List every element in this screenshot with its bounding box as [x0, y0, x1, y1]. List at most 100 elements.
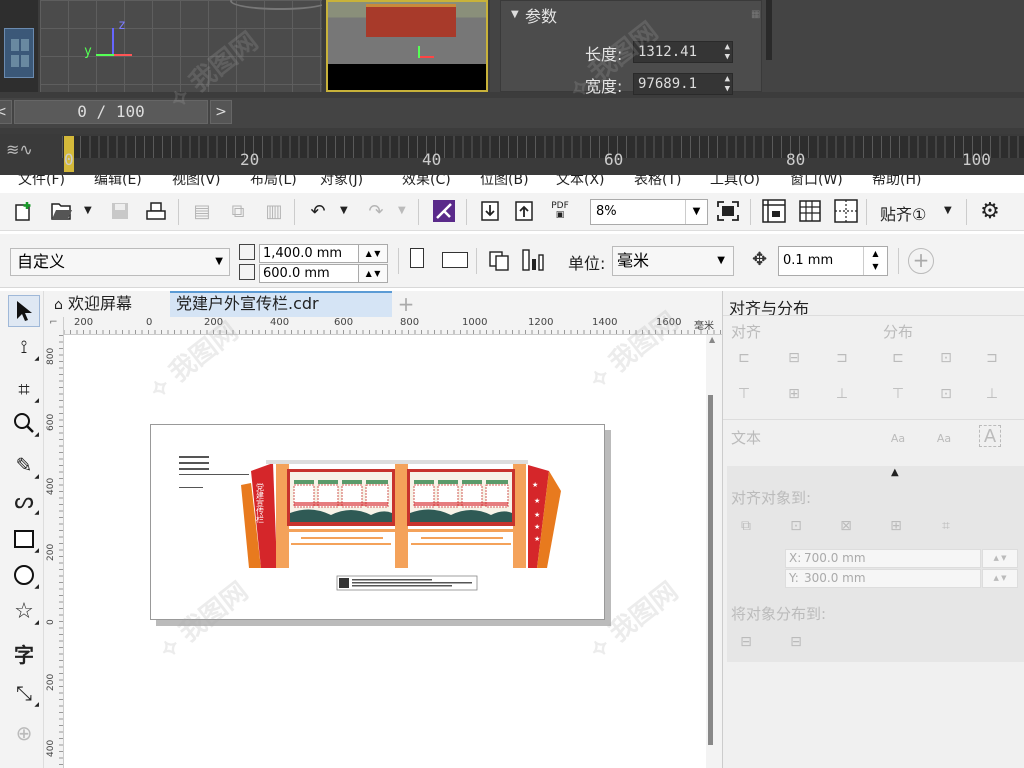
- spinner-arrows-icon[interactable]: ▲ ▼: [725, 42, 730, 62]
- menu-file[interactable]: 文件(F): [18, 175, 65, 189]
- search-content-icon[interactable]: [430, 197, 458, 225]
- menu-object[interactable]: 对象(J): [320, 175, 363, 189]
- ruler-origin-icon[interactable]: ⌐: [44, 317, 64, 335]
- all-pages-icon[interactable]: [486, 246, 514, 274]
- distribute-left-icon[interactable]: ⊏: [887, 347, 909, 369]
- full-screen-preview-icon[interactable]: [714, 197, 742, 225]
- freehand-tool-icon[interactable]: ✎ ◢: [8, 449, 40, 481]
- align-left-icon[interactable]: ⊏: [733, 347, 755, 369]
- width-spinner-icon[interactable]: ▲ ▼: [358, 244, 388, 263]
- document-page[interactable]: ★ ★ ★ ★ ★ 党建宣传栏: [150, 424, 605, 620]
- panel-scrollbar[interactable]: [766, 0, 772, 60]
- new-document-icon[interactable]: [10, 197, 38, 225]
- length-spinner[interactable]: 1312.41 ▲ ▼: [633, 41, 733, 63]
- chevron-down-icon[interactable]: ▼: [717, 247, 725, 275]
- quick-customize-add-icon[interactable]: +: [908, 248, 934, 274]
- align-x-field[interactable]: X: 700.0 mm ▲ ▼: [785, 549, 1018, 568]
- menu-text[interactable]: 文本(X): [556, 175, 605, 189]
- landscape-icon[interactable]: [442, 252, 468, 268]
- collapse-arrow-icon[interactable]: ▼: [511, 9, 519, 20]
- show-rulers-icon[interactable]: [760, 197, 788, 225]
- tab-document[interactable]: 党建户外宣传栏.cdr: [170, 291, 392, 317]
- height-spinner-icon[interactable]: ▲ ▼: [358, 264, 388, 283]
- next-frame-button[interactable]: >: [210, 100, 232, 124]
- show-grid-icon[interactable]: [796, 197, 824, 225]
- menu-bitmaps[interactable]: 位图(B): [480, 175, 529, 189]
- export-icon[interactable]: [510, 197, 538, 225]
- print-icon[interactable]: [142, 197, 170, 225]
- copy-icon[interactable]: ⧉: [224, 197, 252, 225]
- ellipse-tool-icon[interactable]: ◢: [8, 559, 40, 591]
- open-dropdown-icon[interactable]: ▼: [84, 205, 92, 216]
- distribute-bottom-icon[interactable]: ⊥: [981, 383, 1003, 405]
- options-gear-icon[interactable]: ⚙: [976, 197, 1004, 225]
- menu-layout[interactable]: 布局(L): [250, 175, 297, 189]
- align-y-field[interactable]: Y: 300.0 mm ▲ ▼: [785, 569, 1018, 588]
- text-tool-icon[interactable]: 字: [8, 637, 40, 669]
- redo-dropdown-icon[interactable]: ▼: [398, 205, 406, 216]
- pick-tool-icon[interactable]: [8, 295, 40, 327]
- menu-tools[interactable]: 工具(O): [710, 175, 760, 189]
- trackbar-ticks[interactable]: [62, 136, 1024, 158]
- align-bottom-icon[interactable]: ⊥: [831, 383, 853, 405]
- text-align-last-line-icon[interactable]: Aa: [933, 427, 955, 449]
- distribute-right-icon[interactable]: ⊐: [981, 347, 1003, 369]
- add-tool-icon[interactable]: ⊕: [8, 717, 40, 749]
- spinner-arrows-icon[interactable]: ▲ ▼: [725, 74, 730, 94]
- menu-view[interactable]: 视图(V): [172, 175, 221, 189]
- text-align-first-line-icon[interactable]: Aa: [887, 427, 909, 449]
- zoom-tool-icon[interactable]: ◢: [8, 407, 40, 439]
- align-to-point-icon[interactable]: ⌗: [935, 515, 957, 537]
- undo-dropdown-icon[interactable]: ▼: [340, 205, 348, 216]
- align-center-vertical-icon[interactable]: ⊞: [783, 383, 805, 405]
- nudge-distance-field[interactable]: 0.1 mm ▲ ▼: [778, 246, 888, 276]
- billboard-artwork[interactable]: ★ ★ ★ ★ ★ 党建宣传栏: [151, 425, 606, 621]
- y-spinner-icon[interactable]: ▲ ▼: [982, 569, 1018, 588]
- drawing-canvas[interactable]: ★ ★ ★ ★ ★ 党建宣传栏: [65, 335, 706, 768]
- align-to-page-center-icon[interactable]: ⊠: [835, 515, 857, 537]
- canvas-vertical-scrollbar[interactable]: ▲: [706, 335, 722, 768]
- open-folder-icon[interactable]: [48, 197, 76, 225]
- shape-tool-icon[interactable]: ⟟ ◢: [8, 331, 40, 363]
- distribute-center-vertical-icon[interactable]: ⊡: [935, 383, 957, 405]
- prev-frame-button[interactable]: <: [0, 100, 12, 124]
- distribute-center-horizontal-icon[interactable]: ⊡: [935, 347, 957, 369]
- menu-effects[interactable]: 效果(C): [402, 175, 451, 189]
- align-top-icon[interactable]: ⊤: [733, 383, 755, 405]
- scroll-up-icon[interactable]: ▲: [709, 335, 715, 344]
- undo-icon[interactable]: ↶: [304, 197, 332, 225]
- align-to-grid-icon[interactable]: ⊞: [885, 515, 907, 537]
- snap-dropdown-icon[interactable]: ▼: [944, 205, 952, 216]
- portrait-icon[interactable]: [410, 248, 424, 268]
- menu-window[interactable]: 窗口(W): [790, 175, 843, 189]
- new-tab-button[interactable]: +: [396, 293, 416, 315]
- import-icon[interactable]: [476, 197, 504, 225]
- snap-to-button[interactable]: 贴齐①: [880, 201, 926, 225]
- align-to-active-objects-icon[interactable]: ⧉: [735, 515, 757, 537]
- align-center-horizontal-icon[interactable]: ⊟: [783, 347, 805, 369]
- parallel-dimension-tool-icon[interactable]: ⤡ ◢: [8, 677, 40, 709]
- show-guidelines-icon[interactable]: [832, 197, 860, 225]
- distribute-to-page-icon[interactable]: ⊟: [785, 631, 807, 653]
- tab-welcome-screen[interactable]: ⌂ 欢迎屏幕: [48, 293, 168, 317]
- scroll-thumb[interactable]: [708, 395, 713, 745]
- artistic-media-tool-icon[interactable]: ᔕ ◢: [8, 485, 40, 517]
- page-width-field[interactable]: 1,400.0 mm: [259, 244, 365, 263]
- vertical-ruler[interactable]: 800 600 400 200 0 200 400: [44, 335, 64, 768]
- polygon-tool-icon[interactable]: ☆ ◢: [8, 595, 40, 627]
- horizontal-ruler[interactable]: ⌐ 200 0 200 400 600 800 1000 1200 1400 1…: [44, 317, 722, 335]
- chevron-down-icon[interactable]: ▼: [685, 200, 707, 224]
- page-size-select[interactable]: 自定义 ▼: [10, 248, 230, 276]
- save-icon[interactable]: [106, 197, 134, 225]
- chevron-down-icon[interactable]: ▼: [215, 249, 223, 275]
- distribute-to-selection-icon[interactable]: ⊟: [735, 631, 757, 653]
- nudge-spinner-icon[interactable]: ▲ ▼: [863, 247, 887, 275]
- viewport-layout-button[interactable]: [4, 28, 34, 78]
- zoom-level-select[interactable]: 8% ▼: [590, 199, 708, 225]
- viewport-camera[interactable]: [326, 0, 488, 92]
- menu-table[interactable]: 表格(T): [634, 175, 681, 189]
- paste-icon[interactable]: ▥: [260, 197, 288, 225]
- align-right-icon[interactable]: ⊐: [831, 347, 853, 369]
- page-height-field[interactable]: 600.0 mm: [259, 264, 365, 283]
- curve-editor-icon[interactable]: ≋∿: [6, 140, 33, 159]
